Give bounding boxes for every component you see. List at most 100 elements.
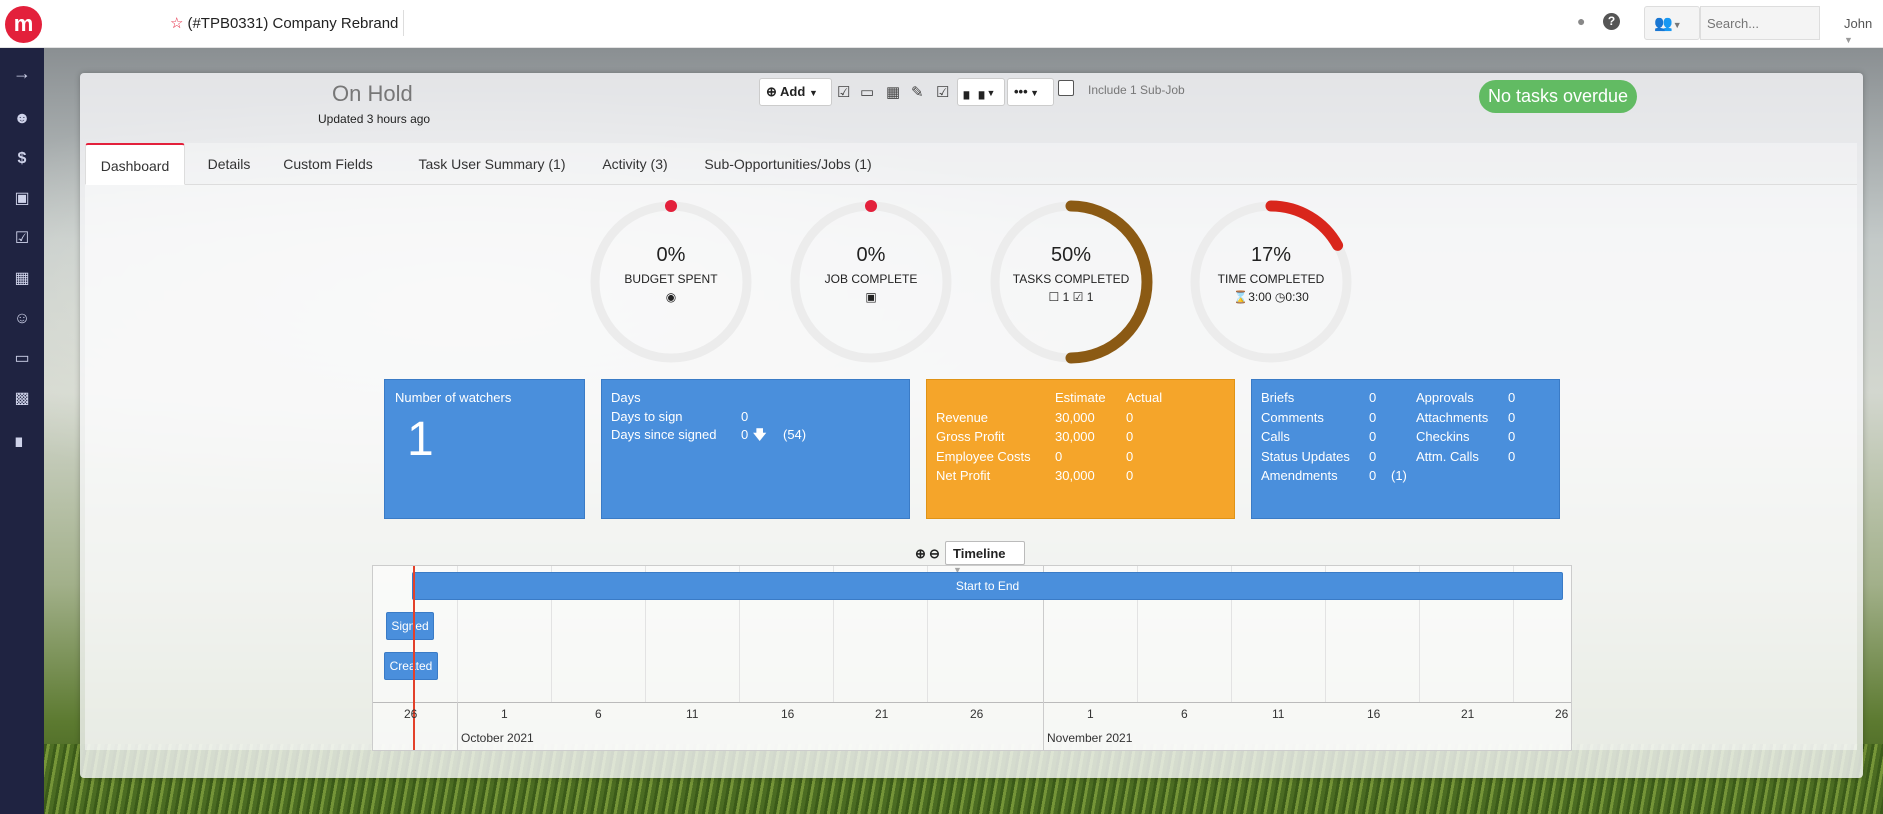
month-separator: [457, 702, 458, 750]
add-button[interactable]: ⊕ Add ▼: [759, 78, 832, 106]
tab-sub-opportunities[interactable]: Sub-Opportunities/Jobs (1): [683, 143, 893, 185]
tick-label: 6: [595, 707, 602, 721]
timeline-view-select[interactable]: Timeline ▼: [945, 541, 1025, 575]
divider: [403, 10, 404, 36]
approvals-value: 0: [1508, 390, 1516, 405]
chat-icon[interactable]: ●: [1577, 13, 1585, 29]
check-task-icon[interactable]: ☑: [837, 83, 850, 101]
briefs-value: 0: [1369, 390, 1377, 405]
tasks-completed-label: TASKS COMPLETED: [1012, 272, 1130, 286]
tick-label: 6: [1181, 707, 1188, 721]
chevron-down-icon: ▼: [808, 88, 818, 98]
include-sub-job-label: Include 1 Sub-Job: [1088, 83, 1185, 97]
tasks-completed-donut: 50% TASKS COMPLETED ☐ 1 ☑ 1: [989, 200, 1153, 364]
favorite-star-icon[interactable]: ☆: [170, 15, 183, 32]
chart-dropdown-button[interactable]: ▖▗ ▼: [957, 78, 1005, 106]
tick-label: 16: [1367, 707, 1381, 721]
month-label-november: November 2021: [1047, 731, 1133, 745]
more-icon: •••: [1014, 84, 1028, 99]
calculator-icon[interactable]: ▦: [886, 83, 900, 101]
search-input[interactable]: [1700, 6, 1820, 40]
job-complete-percent: 0%: [856, 244, 886, 266]
tick-label: 26: [970, 707, 984, 721]
zoom-in-icon[interactable]: ⊕: [915, 546, 926, 562]
tick-label: 21: [1461, 707, 1475, 721]
checklist-icon[interactable]: ☑: [936, 83, 949, 101]
users-icon[interactable]: ☺: [0, 304, 44, 334]
reports-chart-icon[interactable]: ▖: [0, 424, 44, 454]
revenue-estimate: 30,000: [1055, 410, 1095, 425]
job-title: ☆ (#TPB0331) Company Rebrand: [170, 14, 398, 32]
done-task-checkbox-icon: ☑: [1072, 290, 1084, 304]
include-sub-job-checkbox[interactable]: [1058, 80, 1074, 96]
arrow-down-icon: 🡇: [753, 427, 767, 442]
amendments-extra: (1): [1391, 468, 1407, 483]
time-completed-donut: 17% TIME COMPLETED ⌛3:00 ◷0:30: [1189, 200, 1353, 364]
tab-custom-fields[interactable]: Custom Fields: [279, 143, 377, 185]
calculator-icon[interactable]: ▦: [0, 264, 44, 294]
approvals-label: Approvals: [1416, 390, 1474, 405]
days-title: Days: [611, 390, 641, 405]
job-title-text: (#TPB0331) Company Rebrand: [187, 15, 399, 32]
activity-counts-box: Briefs 0 Comments 0 Calls 0 Status Updat…: [1251, 379, 1560, 519]
signed-bar[interactable]: Signed: [386, 612, 434, 640]
time-values: ⌛3:00 ◷0:30: [1233, 290, 1309, 304]
folder-icon[interactable]: ▭: [0, 344, 44, 374]
tab-task-user-summary[interactable]: Task User Summary (1): [403, 143, 581, 185]
open-task-checkbox-icon: ☐: [1048, 290, 1060, 304]
time-completed-label: TIME COMPLETED: [1217, 272, 1325, 286]
hourglass-icon: ⌛: [1233, 290, 1249, 304]
top-bar: m ☆(#TPB0331) Company Rebrand ● ? 👥▼ Joh…: [0, 0, 1883, 48]
job-complete-donut: 0% JOB COMPLETE ▣: [789, 200, 953, 364]
contacts-icon[interactable]: ☻: [0, 104, 44, 134]
month-separator: [1043, 702, 1044, 750]
timeline-axis: [373, 702, 1571, 703]
tab-dashboard[interactable]: Dashboard: [85, 143, 185, 185]
budget-spent-percent: 0%: [656, 244, 686, 266]
revenue-label: Revenue: [936, 410, 989, 425]
days-to-sign-value: 0: [741, 409, 749, 424]
more-actions-button[interactable]: ••• ▼: [1007, 78, 1054, 106]
time-completed-percent: 17%: [1250, 244, 1292, 266]
days-to-sign-label: Days to sign: [611, 409, 683, 424]
tab-details[interactable]: Details: [203, 143, 255, 185]
tick-label: 21: [875, 707, 889, 721]
task-counts: ☐ 1 ☑ 1: [1048, 290, 1094, 304]
budget-spent-donut: 0% BUDGET SPENT ◉: [589, 200, 753, 364]
job-status-title: On Hold: [332, 81, 413, 106]
tick-label: 16: [781, 707, 795, 721]
tick-label: 26: [1555, 707, 1569, 721]
dollar-icon[interactable]: $: [0, 144, 44, 174]
month-label-october: October 2021: [461, 731, 534, 745]
calls-value: 0: [1369, 429, 1377, 444]
start-to-end-bar[interactable]: Start to End: [412, 572, 1563, 600]
clock-icon: ◷: [1274, 290, 1286, 304]
documents-icon[interactable]: ▣: [0, 184, 44, 214]
calendar-icon[interactable]: ▩: [0, 384, 44, 414]
actual-header: Actual: [1126, 390, 1163, 405]
tasks-icon[interactable]: ☑: [0, 224, 44, 254]
app-logo[interactable]: m: [5, 6, 42, 43]
open-folder-icon[interactable]: ▭: [860, 83, 874, 101]
tick-label: 1: [501, 707, 508, 721]
budget-spent-label: BUDGET SPENT: [624, 272, 718, 286]
zoom-out-icon[interactable]: ⊖: [929, 546, 940, 562]
amendments-label: Amendments: [1261, 468, 1338, 483]
piggy-bank-icon: ◉: [665, 290, 677, 304]
team-dropdown-button[interactable]: 👥▼: [1644, 6, 1700, 40]
attachments-label: Attachments: [1416, 410, 1489, 425]
tick-label: 11: [1272, 707, 1285, 721]
user-menu[interactable]: John ▼: [1844, 16, 1883, 46]
net-profit-actual: 0: [1126, 468, 1134, 483]
help-icon[interactable]: ?: [1603, 13, 1620, 30]
tick-label: 26: [404, 707, 418, 721]
tab-activity[interactable]: Activity (3): [582, 143, 688, 185]
edit-pencil-icon[interactable]: ✎: [911, 83, 924, 101]
chevron-down-icon: ▼: [1027, 88, 1040, 98]
days-since-signed-label: Days since signed: [611, 427, 717, 442]
expand-sidebar-icon[interactable]: →: [0, 58, 44, 88]
employee-costs-actual: 0: [1126, 449, 1134, 464]
days-box: Days Days to sign 0 Days since signed 0 …: [601, 379, 910, 519]
created-bar[interactable]: Created: [384, 652, 438, 680]
amendments-value: 0: [1369, 468, 1377, 483]
